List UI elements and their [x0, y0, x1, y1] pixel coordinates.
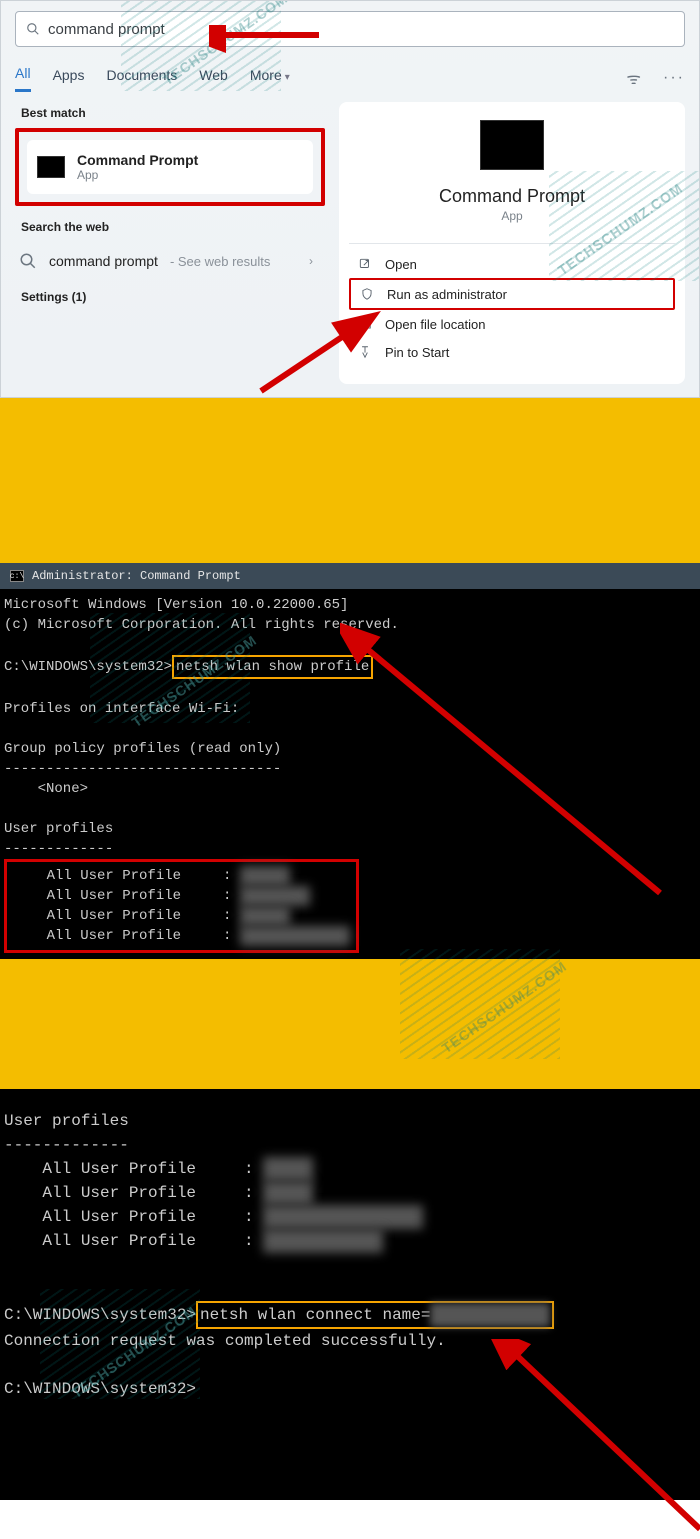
action-label: Open file location [385, 317, 485, 332]
pin-icon [357, 344, 373, 360]
search-input[interactable] [48, 21, 674, 38]
detail-subtitle: App [501, 209, 522, 223]
highlight-command: netsh wlan show profile [172, 655, 373, 679]
open-icon [357, 256, 373, 272]
search-icon [19, 252, 37, 270]
web-query-suffix: - See web results [170, 254, 270, 269]
search-icon [26, 22, 40, 36]
result-subtitle: App [77, 168, 198, 182]
article-background [0, 398, 700, 563]
shield-icon [359, 286, 375, 302]
article-background: TECHSCHUMZ.COM [0, 959, 700, 1089]
command-prompt-icon [37, 156, 65, 178]
action-label: Pin to Start [385, 345, 449, 360]
tab-documents[interactable]: Documents [106, 65, 177, 91]
more-icon[interactable]: ··· [663, 69, 685, 87]
command-prompt-icon [480, 120, 544, 170]
search-box[interactable] [15, 11, 685, 47]
chevron-right-icon: › [309, 254, 313, 268]
best-match-label: Best match [21, 106, 325, 120]
action-label: Run as administrator [387, 287, 507, 302]
folder-icon [357, 316, 373, 332]
tab-all[interactable]: All [15, 63, 31, 92]
highlight-best-match: Command Prompt App [15, 128, 325, 206]
windows-search-panel: TECHSCHUMZ.COM All Apps Documents Web Mo… [0, 0, 700, 398]
action-pin-to-start[interactable]: Pin to Start [349, 338, 675, 366]
detail-title: Command Prompt [439, 186, 585, 207]
result-detail-panel: Command Prompt App TECHSCHUMZ.COM Open R… [339, 102, 685, 384]
action-open-file-location[interactable]: Open file location [349, 310, 675, 338]
result-command-prompt[interactable]: Command Prompt App [27, 140, 313, 194]
cmd-window-2: TECHSCHUMZ.COM User profiles -----------… [0, 1089, 700, 1500]
search-web-label: Search the web [21, 220, 325, 234]
web-search-row[interactable]: command prompt - See web results › [15, 242, 325, 280]
action-label: Open [385, 257, 417, 272]
search-tabs: All Apps Documents Web More▾ ᯤ ··· [15, 63, 685, 92]
cmd-icon: c:\ [10, 570, 24, 582]
web-query-text: command prompt [49, 253, 158, 269]
settings-label: Settings (1) [21, 290, 325, 304]
highlight-command: netsh wlan connect name=xxxx xxxx [196, 1301, 554, 1329]
chevron-down-icon: ▾ [285, 72, 290, 83]
terminal-output[interactable]: Microsoft Windows [Version 10.0.22000.65… [0, 589, 700, 1003]
watermark-text: TECHSCHUMZ.COM [439, 958, 570, 1056]
titlebar: c:\ Administrator: Command Prompt [0, 563, 700, 589]
highlight-profiles: All User Profile : xxx All User Profile … [4, 859, 359, 953]
tab-web[interactable]: Web [199, 65, 228, 91]
network-icon[interactable]: ᯤ [626, 67, 641, 89]
result-title: Command Prompt [77, 152, 198, 168]
window-title: Administrator: Command Prompt [32, 569, 241, 583]
cmd-window-1: c:\ Administrator: Command Prompt TECHSC… [0, 563, 700, 959]
terminal-output[interactable]: User profiles ------------- All User Pro… [0, 1089, 700, 1411]
action-open[interactable]: Open [349, 250, 675, 278]
tab-apps[interactable]: Apps [53, 65, 85, 91]
tab-more[interactable]: More▾ [250, 65, 290, 91]
action-run-as-admin[interactable]: Run as administrator [349, 278, 675, 310]
